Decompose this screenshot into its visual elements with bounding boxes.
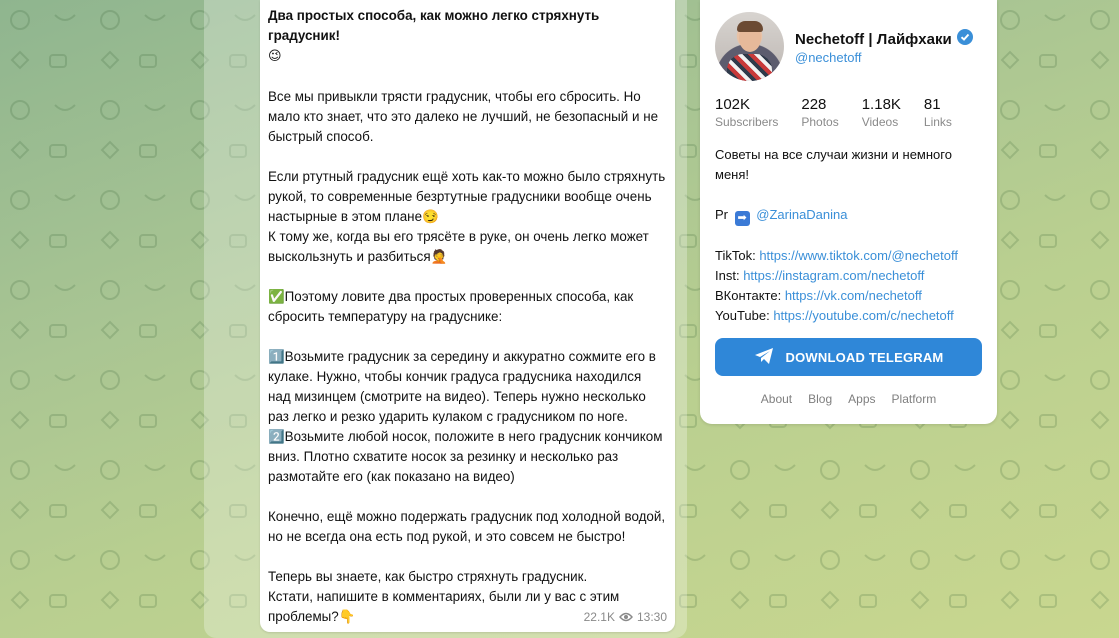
channel-name-row: Nechetoff | Лайфхаки (795, 29, 973, 49)
vk-link[interactable]: https://vk.com/nechetoff (785, 288, 922, 303)
channel-description: Советы на все случаи жизни и немного мен… (715, 145, 985, 326)
stat-label: Subscribers (715, 115, 779, 129)
stat-value: 102K (715, 96, 751, 113)
stat-label: Photos (801, 115, 839, 129)
stat-value: 81 (923, 96, 941, 113)
stat-value: 228 (801, 96, 827, 113)
avatar-hair (737, 21, 763, 32)
stat-value: 1.18K (861, 96, 901, 113)
pr-label: Pr (715, 207, 728, 222)
link-label: YouTube: (715, 308, 770, 323)
link-label: ВКонтакте: (715, 288, 782, 303)
eye-icon (619, 612, 633, 622)
channel-stats: 102K Subscribers 228 Photos 1.18K Videos… (715, 96, 975, 130)
post-paragraph: ✅Поэтому ловите два простых проверенных … (268, 289, 638, 324)
view-count: 22.1K (583, 610, 615, 624)
youtube-link[interactable]: https://youtube.com/c/nechetoff (773, 308, 953, 323)
wink-emoji: 😉 (268, 49, 282, 64)
download-telegram-button[interactable]: DOWNLOAD TELEGRAM (715, 338, 982, 376)
link-line-vk: ВКонтакте: https://vk.com/nechetoff (715, 286, 985, 306)
avatar-shirt (727, 54, 772, 81)
description-text: Советы на все случаи жизни и немного мен… (715, 147, 952, 182)
message-meta: 22.1K 13:30 (584, 607, 667, 627)
post-paragraph: Все мы привыкли трясти градусник, чтобы … (268, 89, 662, 144)
link-label: TikTok: (715, 248, 756, 263)
verified-badge-icon (956, 29, 973, 49)
channel-name: Nechetoff | Лайфхаки (795, 30, 952, 48)
telegram-plane-icon (754, 347, 774, 368)
stat-subscribers: 102K Subscribers (715, 96, 778, 130)
post-time: 13:30 (636, 610, 667, 624)
pr-line: Pr ➡ @ZarinaDanina (715, 205, 985, 226)
post-title: Два простых способа, как можно легко стр… (268, 8, 604, 43)
instagram-link[interactable]: https://instagram.com/nechetoff (743, 268, 924, 283)
post-title-block: Два простых способа, как можно легко стр… (268, 6, 667, 67)
stat-label: Links (923, 115, 952, 129)
stat-links: 81 Links (924, 96, 952, 130)
post-paragraph: 1️⃣Возьмите градусник за середину и акку… (268, 349, 663, 484)
pr-link[interactable]: @ZarinaDanina (756, 207, 847, 222)
link-label: Inst: (715, 268, 740, 283)
channel-handle[interactable]: @nechetoff (795, 50, 861, 65)
tiktok-link[interactable]: https://www.tiktok.com/@nechetoff (759, 248, 958, 263)
footer-links: About Blog Apps Platform (700, 392, 997, 406)
stat-photos: 228 Photos (801, 96, 838, 130)
download-label: DOWNLOAD TELEGRAM (785, 349, 944, 365)
footer-link-blog[interactable]: Blog (808, 392, 832, 406)
link-line-tiktok: TikTok: https://www.tiktok.com/@nechetof… (715, 246, 985, 266)
post-paragraph: Конечно, ещё можно подержать градусник п… (268, 509, 669, 544)
footer-link-apps[interactable]: Apps (848, 392, 875, 406)
link-line-inst: Inst: https://instagram.com/nechetoff (715, 266, 985, 286)
message-bubble: Два простых способа, как можно легко стр… (260, 0, 675, 632)
footer-link-about[interactable]: About (761, 392, 792, 406)
stat-videos: 1.18K Videos (862, 96, 901, 130)
channel-card: Nechetoff | Лайфхаки @nechetoff 102K Sub… (700, 0, 997, 424)
arrow-right-icon: ➡ (734, 211, 750, 226)
footer-link-platform[interactable]: Platform (892, 392, 937, 406)
post-paragraph: Если ртутный градусник ещё хоть как-то м… (268, 169, 666, 264)
link-line-youtube: YouTube: https://youtube.com/c/nechetoff (715, 306, 985, 326)
stat-label: Videos (861, 115, 899, 129)
channel-avatar[interactable] (715, 12, 784, 81)
